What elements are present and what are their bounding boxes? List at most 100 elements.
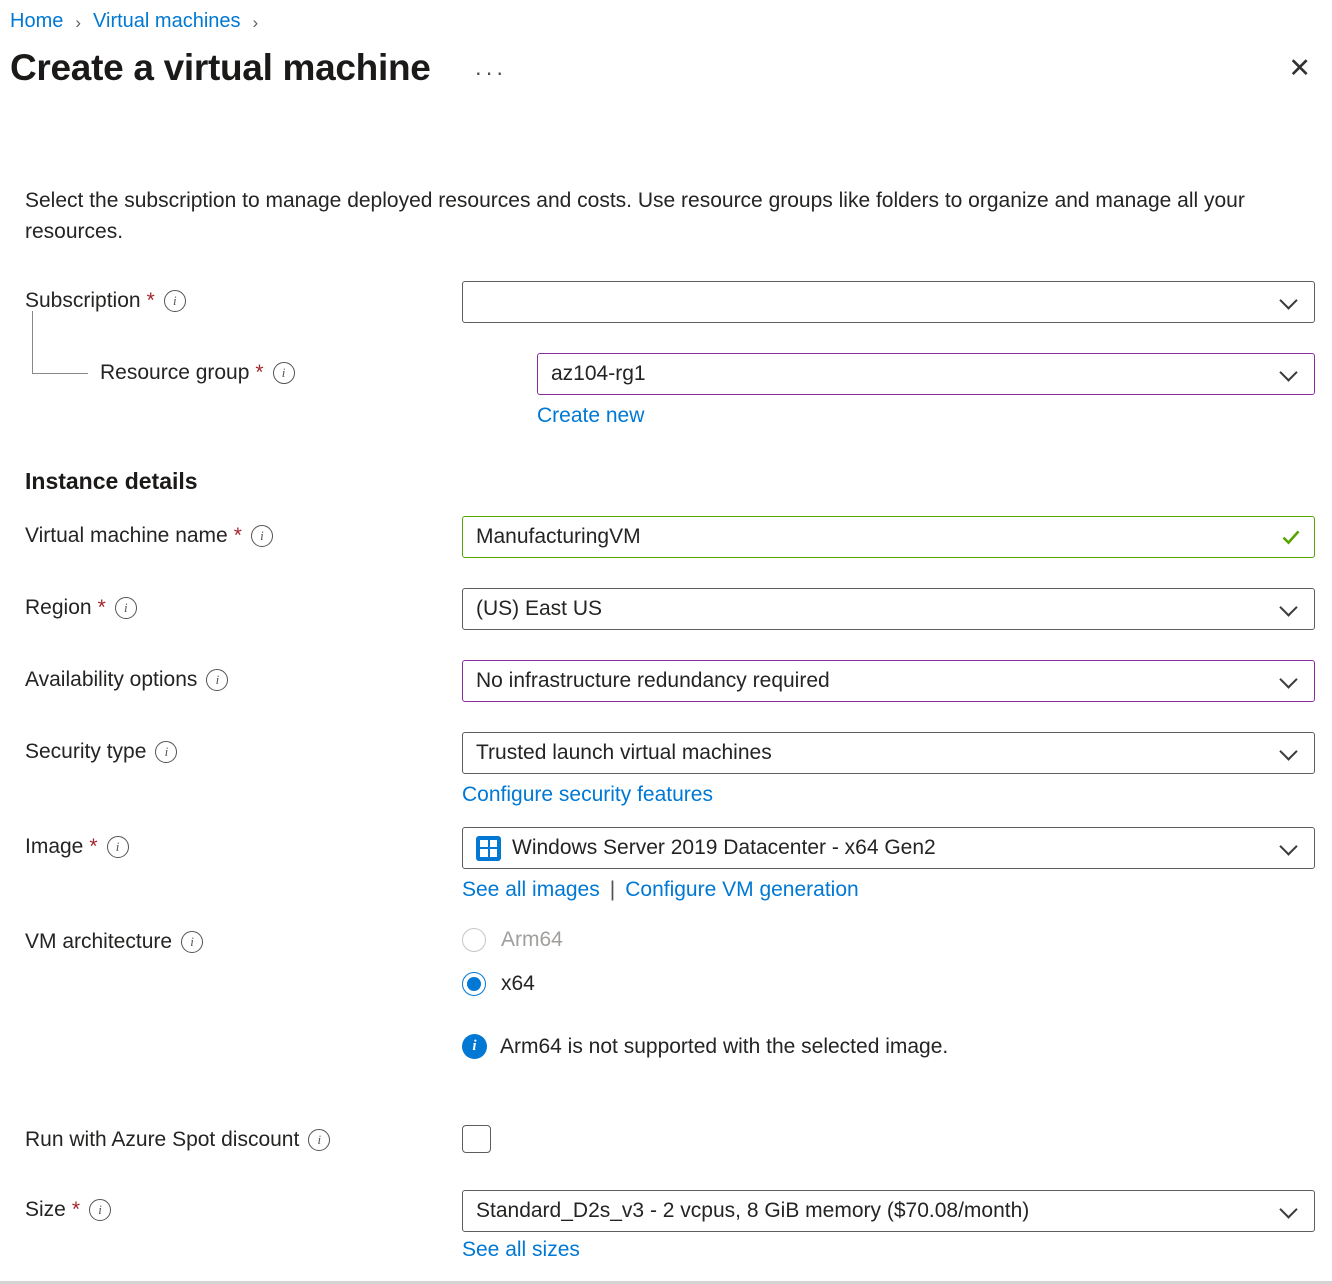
region-row: Region * i (US) East US [25, 588, 1315, 630]
security-type-dropdown[interactable]: Trusted launch virtual machines [462, 732, 1315, 774]
close-icon[interactable]: ✕ [1284, 51, 1315, 86]
required-asterisk: * [98, 596, 106, 620]
required-asterisk: * [234, 524, 242, 548]
configure-security-features-link[interactable]: Configure security features [462, 783, 713, 807]
availability-dropdown[interactable]: No infrastructure redundancy required [462, 660, 1315, 702]
info-icon[interactable]: i [251, 525, 273, 547]
radio-arm64-label: Arm64 [501, 928, 563, 952]
required-asterisk: * [255, 361, 263, 385]
chevron-down-icon [1279, 1200, 1297, 1218]
vm-name-control [462, 516, 1315, 558]
availability-label-cell: Availability options i [25, 660, 462, 700]
chevron-down-icon [1279, 363, 1297, 381]
security-type-label-cell: Security type i [25, 732, 462, 772]
subscription-control [462, 281, 1315, 323]
region-value: (US) East US [476, 597, 602, 621]
resource-group-label-cell: Resource group * i [25, 353, 537, 393]
arch-info-message: i Arm64 is not supported with the select… [462, 1034, 1315, 1059]
subscription-row: Subscription * i [25, 281, 1315, 323]
image-row: Image * i Windows Server 2019 Datacenter… [25, 827, 1315, 902]
size-label: Size [25, 1198, 66, 1222]
vm-name-row: Virtual machine name * i [25, 516, 1315, 558]
chevron-down-icon [1279, 670, 1297, 688]
image-label-cell: Image * i [25, 827, 462, 867]
region-label-cell: Region * i [25, 588, 462, 628]
size-row: Size * i Standard_D2s_v3 - 2 vcpus, 8 Gi… [25, 1190, 1315, 1262]
info-icon[interactable]: i [273, 362, 295, 384]
info-filled-icon: i [462, 1034, 487, 1059]
radio-unselected-icon [462, 928, 486, 952]
vm-name-label-cell: Virtual machine name * i [25, 516, 462, 556]
intro-text: Select the subscription to manage deploy… [25, 185, 1287, 247]
arch-info-text: Arm64 is not supported with the selected… [500, 1035, 948, 1059]
image-dropdown[interactable]: Windows Server 2019 Datacenter - x64 Gen… [462, 827, 1315, 869]
tree-connector [32, 311, 88, 374]
region-label: Region [25, 596, 92, 620]
availability-row: Availability options i No infrastructure… [25, 660, 1315, 702]
image-label: Image [25, 835, 83, 859]
vm-architecture-label-cell: VM architecture i [25, 922, 462, 962]
availability-control: No infrastructure redundancy required [462, 660, 1315, 702]
region-dropdown[interactable]: (US) East US [462, 588, 1315, 630]
spot-discount-label: Run with Azure Spot discount [25, 1128, 299, 1152]
required-asterisk: * [89, 835, 97, 859]
vm-architecture-label: VM architecture [25, 930, 172, 954]
resource-group-row: Resource group * i az104-rg1 Create new [25, 353, 1315, 428]
info-icon[interactable]: i [164, 290, 186, 312]
basics-form: Subscription * i Resource group * i [25, 281, 1315, 1262]
availability-value: No infrastructure redundancy required [476, 669, 830, 693]
required-asterisk: * [147, 289, 155, 313]
resource-group-value: az104-rg1 [551, 362, 646, 386]
security-type-value: Trusted launch virtual machines [476, 741, 772, 765]
spot-checkbox-wrap [462, 1120, 1315, 1153]
valid-check-icon [1281, 527, 1301, 547]
info-icon[interactable]: i [308, 1129, 330, 1151]
page-title: Create a virtual machine [10, 47, 431, 89]
chevron-down-icon [1279, 837, 1297, 855]
spot-discount-checkbox[interactable] [462, 1125, 491, 1153]
vm-architecture-radio-group: Arm64 x64 [462, 922, 1315, 996]
breadcrumb-separator-icon: › [75, 13, 81, 33]
chevron-down-icon [1279, 742, 1297, 760]
subscription-dropdown[interactable] [462, 281, 1315, 323]
image-control: Windows Server 2019 Datacenter - x64 Gen… [462, 827, 1315, 902]
radio-selected-icon [462, 972, 486, 996]
vm-name-field [462, 516, 1315, 558]
more-options-icon[interactable]: ··· [475, 59, 507, 86]
spot-discount-row: Run with Azure Spot discount i [25, 1120, 1315, 1160]
image-value: Windows Server 2019 Datacenter - x64 Gen… [512, 836, 936, 860]
region-control: (US) East US [462, 588, 1315, 630]
size-control: Standard_D2s_v3 - 2 vcpus, 8 GiB memory … [462, 1190, 1315, 1262]
vm-name-label: Virtual machine name [25, 524, 228, 548]
security-type-control: Trusted launch virtual machines Configur… [462, 732, 1315, 807]
vm-architecture-control: Arm64 x64 i Arm64 is not supported with … [462, 922, 1315, 1059]
radio-x64[interactable]: x64 [462, 972, 535, 996]
breadcrumb-virtual-machines[interactable]: Virtual machines [93, 10, 240, 33]
subscription-label-cell: Subscription * i [25, 281, 462, 321]
title-row: Create a virtual machine ··· ✕ [10, 47, 1315, 89]
breadcrumb-home[interactable]: Home [10, 10, 63, 33]
create-vm-page: Home › Virtual machines › Create a virtu… [0, 0, 1332, 1262]
radio-arm64: Arm64 [462, 928, 563, 952]
info-icon[interactable]: i [155, 741, 177, 763]
see-all-images-link[interactable]: See all images [462, 878, 600, 902]
resource-group-dropdown[interactable]: az104-rg1 [537, 353, 1315, 395]
vm-name-input[interactable] [463, 517, 1314, 557]
info-icon[interactable]: i [206, 669, 228, 691]
info-icon[interactable]: i [107, 836, 129, 858]
chevron-down-icon [1279, 598, 1297, 616]
size-label-cell: Size * i [25, 1190, 462, 1230]
link-separator: | [610, 878, 615, 902]
resource-group-control: az104-rg1 Create new [537, 353, 1315, 428]
chevron-down-icon [1279, 291, 1297, 309]
create-new-link[interactable]: Create new [537, 404, 644, 428]
info-icon[interactable]: i [89, 1199, 111, 1221]
info-icon[interactable]: i [181, 931, 203, 953]
vm-architecture-row: VM architecture i Arm64 x64 i Arm64 i [25, 922, 1315, 1059]
info-icon[interactable]: i [115, 597, 137, 619]
size-dropdown[interactable]: Standard_D2s_v3 - 2 vcpus, 8 GiB memory … [462, 1190, 1315, 1232]
instance-details-heading: Instance details [25, 468, 1315, 495]
security-type-label: Security type [25, 740, 146, 764]
see-all-sizes-link[interactable]: See all sizes [462, 1238, 580, 1262]
configure-vm-generation-link[interactable]: Configure VM generation [625, 878, 858, 902]
